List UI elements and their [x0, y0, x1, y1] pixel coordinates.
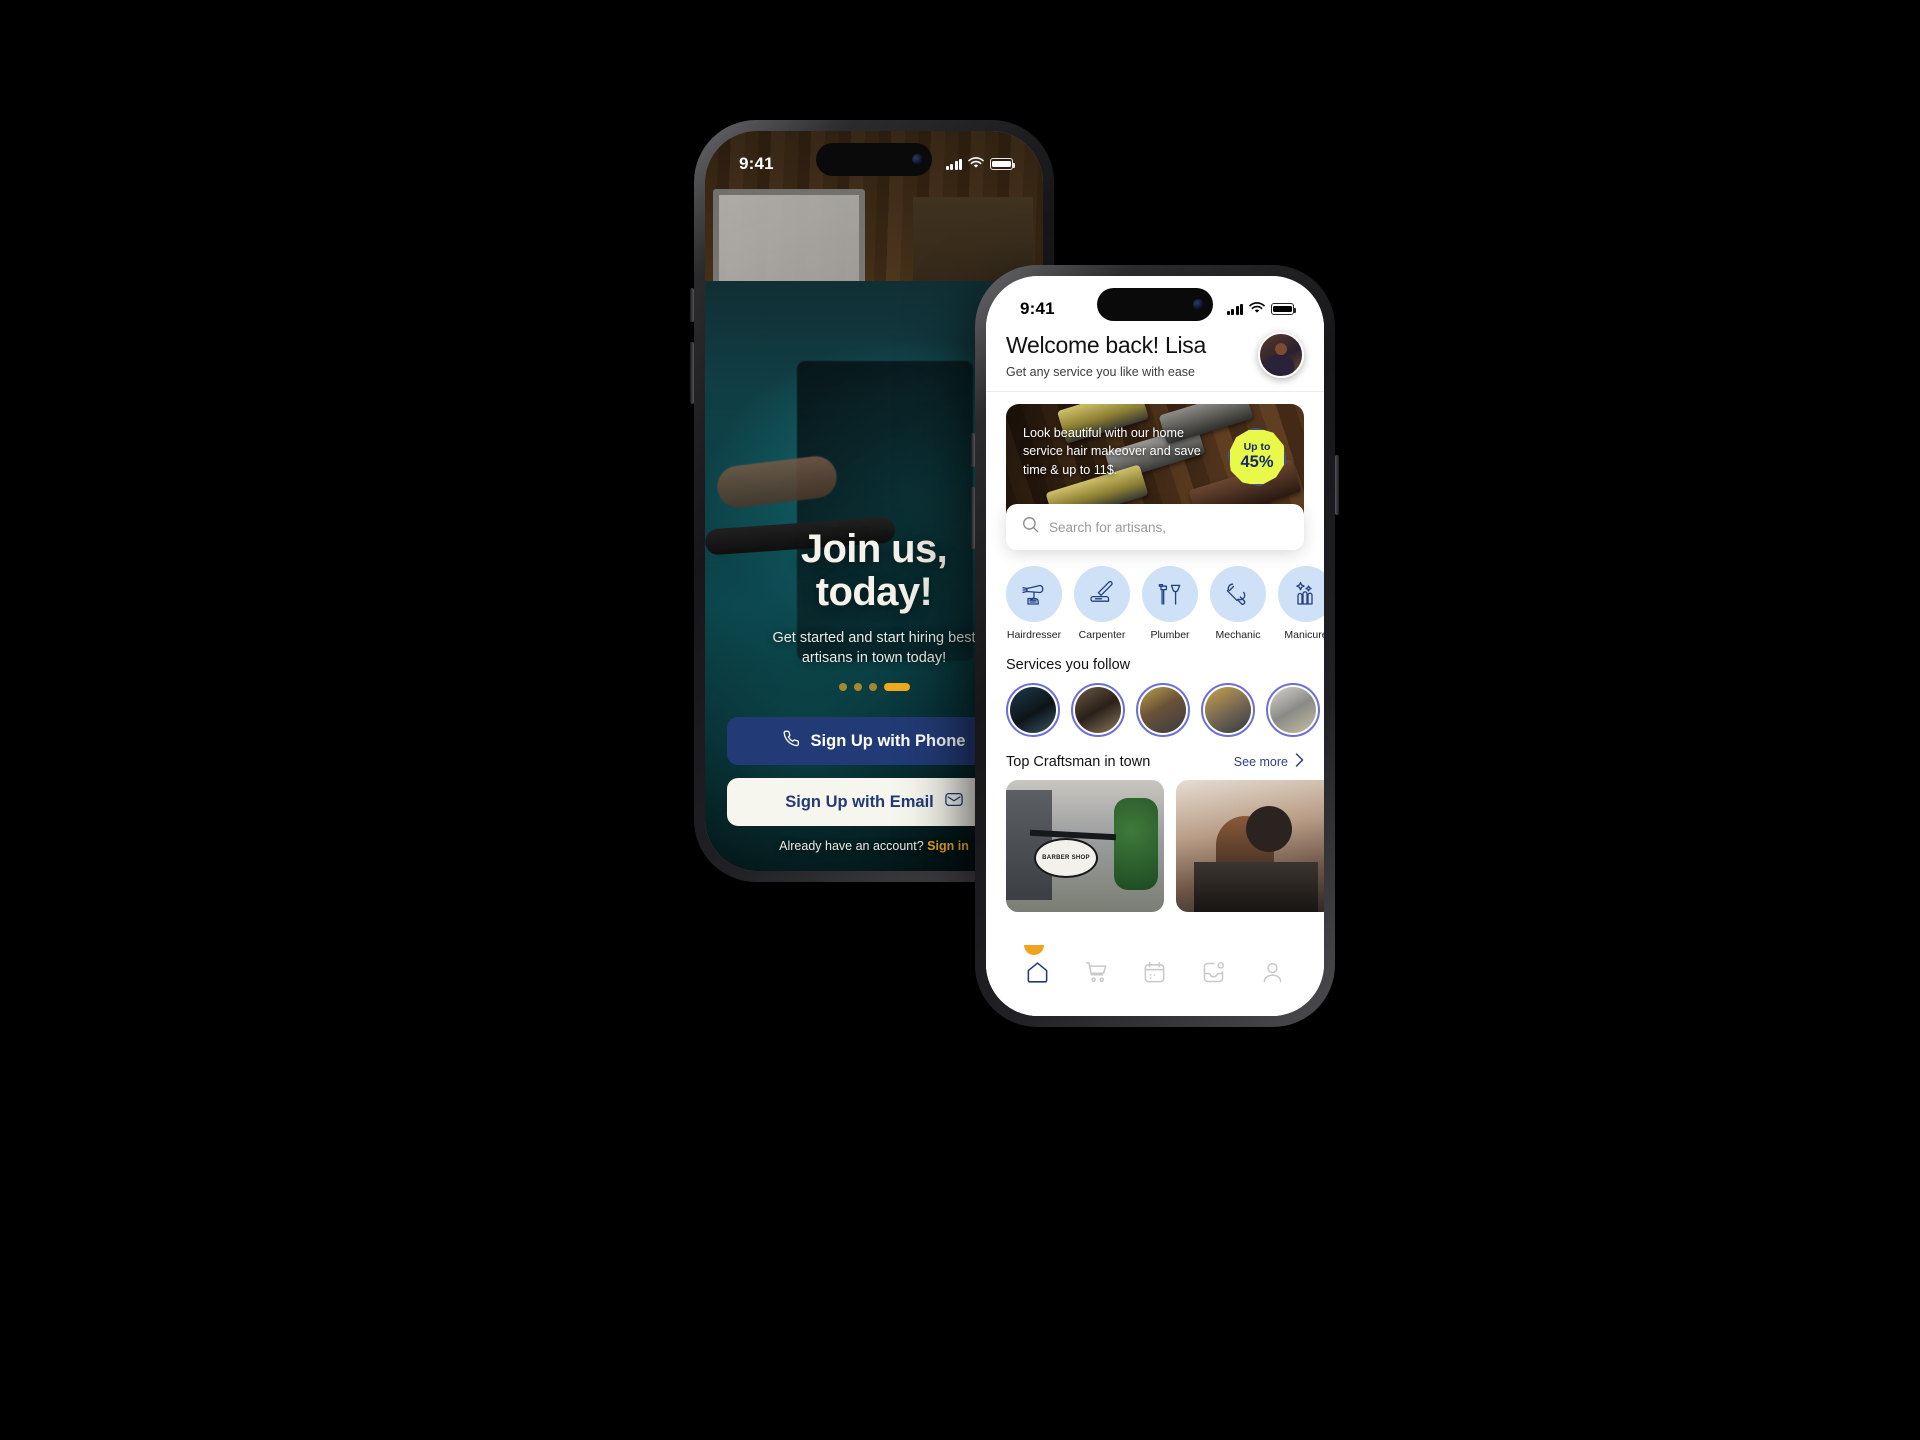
home-scroll-area[interactable]: Look beautiful with our home service hai…: [986, 392, 1324, 946]
front-camera-icon: [912, 154, 923, 165]
tab-profile[interactable]: [1260, 960, 1285, 990]
home-icon: [1025, 960, 1050, 990]
hairdryer-icon: [1006, 566, 1062, 622]
category-label: Plumber: [1150, 629, 1190, 641]
service-photo-3: [1140, 687, 1186, 733]
page-title: Welcome back! Lisa: [1006, 332, 1206, 358]
badge-small-label: Up to: [1243, 441, 1271, 454]
signal-icon-home: [1226, 303, 1243, 315]
category-plumber[interactable]: Plumber: [1142, 566, 1198, 641]
wrench-hand-icon: [1210, 566, 1266, 622]
bottom-tab-bar[interactable]: [986, 945, 1324, 1016]
pager-dot-1[interactable]: [838, 683, 847, 691]
search-icon: [1022, 516, 1039, 538]
category-mechanic[interactable]: Mechanic: [1210, 566, 1266, 641]
category-hairdresser[interactable]: Hairdresser: [1006, 566, 1062, 641]
wifi-icon-home: [1249, 299, 1265, 319]
person-icon: [1260, 960, 1285, 990]
nail-polish-icon: [1278, 566, 1324, 622]
battery-icon: [990, 158, 1015, 170]
category-manicure[interactable]: Manicure: [1278, 566, 1324, 641]
account-prompt-label: Already have an account?: [779, 839, 928, 853]
promo-text: Look beautiful with our home service hai…: [1023, 426, 1201, 477]
status-time: 9:41: [739, 154, 774, 173]
category-label: Carpenter: [1078, 629, 1126, 641]
battery-icon-home: [1271, 303, 1296, 315]
section-title: Services you follow: [1006, 657, 1131, 673]
wrench-plunger-icon: [1142, 566, 1198, 622]
see-more-button[interactable]: See more: [1234, 753, 1304, 770]
top-craftsman-header: Top Craftsman in town See more: [986, 737, 1324, 770]
category-carpenter[interactable]: Carpenter: [1074, 566, 1130, 641]
active-tab-indicator: [1024, 945, 1044, 955]
list-item[interactable]: [1266, 683, 1320, 737]
calendar-icon: [1142, 960, 1167, 990]
home-phone-frame: 9:41 Welcome back! Lisa Get any service …: [971, 265, 1339, 1027]
pager-dot-4-active[interactable]: [883, 683, 910, 691]
service-photo-2: [1075, 687, 1121, 733]
list-item[interactable]: [1071, 683, 1125, 737]
avatar[interactable]: [1258, 332, 1304, 378]
inbox-icon: [1201, 960, 1226, 990]
signal-icon: [945, 158, 962, 170]
service-photo-5: [1270, 687, 1316, 733]
dynamic-island-home: [1097, 288, 1213, 321]
followed-services-list[interactable]: [986, 673, 1324, 737]
cart-icon: [1084, 960, 1109, 990]
services-you-follow-header: Services you follow: [986, 641, 1324, 673]
category-label: Manicure: [1284, 629, 1324, 641]
status-time-home: 9:41: [1020, 299, 1055, 318]
chevron-right-icon: [1295, 753, 1304, 770]
tab-inbox[interactable]: [1201, 960, 1226, 990]
envelope-icon: [945, 792, 963, 812]
category-label: Mechanic: [1215, 629, 1261, 641]
list-item[interactable]: [1006, 683, 1060, 737]
tab-cart[interactable]: [1084, 960, 1109, 990]
tab-home[interactable]: [1025, 960, 1050, 990]
see-more-label: See more: [1233, 754, 1288, 769]
search-placeholder: Search for artisans,: [1049, 519, 1167, 535]
service-photo-4: [1205, 687, 1251, 733]
list-item[interactable]: [1136, 683, 1190, 737]
card-barber-cutting-hair[interactable]: [1176, 780, 1324, 912]
plane-tool-icon: [1074, 566, 1130, 622]
pager-dot-2[interactable]: [853, 683, 862, 691]
category-list[interactable]: Hairdresser Carpenter Plumber Mechanic M…: [986, 550, 1324, 641]
search-input[interactable]: Search for artisans,: [1006, 504, 1304, 550]
sign-in-link[interactable]: Sign in: [927, 839, 969, 853]
category-label: Hairdresser: [1006, 629, 1062, 641]
page-subtitle: Get any service you like with ease: [1006, 365, 1195, 379]
power-button-right[interactable]: [1335, 455, 1339, 515]
front-camera-icon-home: [1193, 299, 1204, 310]
wifi-icon: [968, 154, 984, 174]
service-photo-1: [1010, 687, 1056, 733]
sign-up-phone-label: Sign Up with Phone: [810, 731, 966, 750]
badge-big-label: 45%: [1240, 452, 1274, 471]
phone-icon: [783, 730, 800, 752]
scene-background: 9:41 Join us, today! Get started and sta…: [0, 0, 1920, 1440]
list-item[interactable]: [1201, 683, 1255, 737]
home-screen: 9:41 Welcome back! Lisa Get any service …: [986, 276, 1324, 1016]
section-title: Top Craftsman in town: [1006, 753, 1151, 770]
card-barber-shop-storefront[interactable]: BARBER SHOP: [1006, 780, 1164, 912]
top-craftsman-cards[interactable]: BARBER SHOP: [986, 770, 1324, 912]
tab-calendar[interactable]: [1142, 960, 1167, 990]
dynamic-island: [816, 143, 932, 176]
sign-up-email-label: Sign Up with Email: [785, 792, 934, 811]
pager-dot-3[interactable]: [868, 683, 877, 691]
